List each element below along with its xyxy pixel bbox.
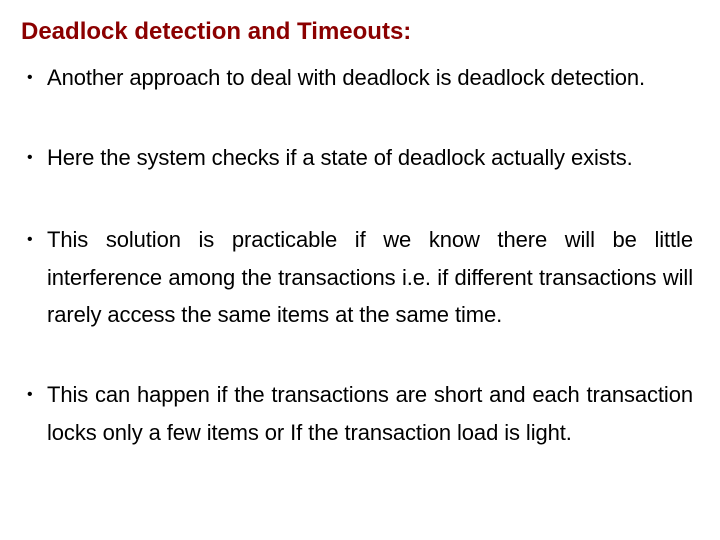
bullet-text: Here the system checks if a state of dea…	[47, 145, 633, 170]
bullet-item: • This can happen if the transactions ar…	[27, 376, 693, 451]
slide: Deadlock detection and Timeouts: • Anoth…	[0, 0, 720, 540]
bullet-text: This can happen if the transactions are …	[47, 382, 693, 445]
bullet-item: • Another approach to deal with deadlock…	[27, 59, 693, 97]
slide-title: Deadlock detection and Timeouts:	[21, 18, 412, 45]
bullet-item: • Here the system checks if a state of d…	[27, 139, 693, 177]
bullet-dot-icon: •	[27, 69, 33, 86]
bullet-text: This solution is practicable if we know …	[47, 227, 693, 327]
bullet-dot-icon: •	[27, 386, 33, 403]
bullet-item: • This solution is practicable if we kno…	[27, 221, 693, 334]
bullet-text: Another approach to deal with deadlock i…	[47, 65, 646, 90]
bullet-dot-icon: •	[27, 149, 33, 166]
bullet-dot-icon: •	[27, 231, 33, 248]
